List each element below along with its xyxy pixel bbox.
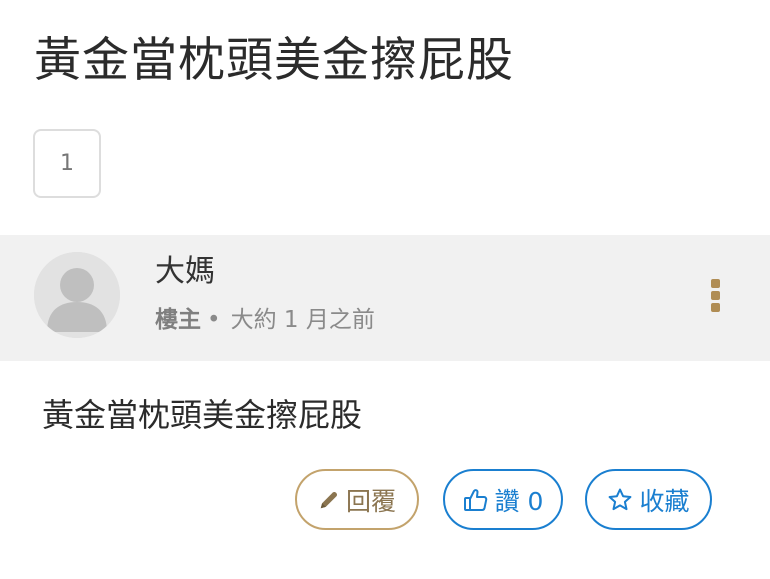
kebab-menu-icon[interactable] (704, 275, 726, 315)
like-label: 讚 0 (494, 486, 544, 516)
author-name[interactable]: 大媽 (155, 251, 215, 293)
post-content: 黃金當枕頭美金擦屁股 (42, 396, 363, 434)
favorite-label: 收藏 (639, 486, 690, 516)
pencil-icon (320, 491, 338, 508)
op-badge: 樓主 (155, 307, 201, 333)
post-meta: 樓主 • 大約 1 月之前 (155, 303, 375, 337)
reply-button[interactable]: 回覆 (295, 469, 419, 530)
thumbs-up-icon (463, 488, 487, 511)
reply-label: 回覆 (345, 486, 396, 516)
star-outline-icon (609, 488, 632, 510)
meta-separator: • (207, 307, 221, 333)
user-silhouette-icon (34, 252, 120, 338)
pagination-page-button[interactable]: 1 (33, 129, 101, 198)
post-timestamp[interactable]: 大約 1 月之前 (231, 307, 375, 333)
like-button[interactable]: 讚 0 (443, 469, 563, 530)
avatar[interactable] (34, 252, 120, 338)
favorite-button[interactable]: 收藏 (585, 469, 712, 530)
page-title: 黃金當枕頭美金擦屁股 (34, 33, 514, 88)
post-header: 大媽 樓主 • 大約 1 月之前 (0, 235, 770, 361)
